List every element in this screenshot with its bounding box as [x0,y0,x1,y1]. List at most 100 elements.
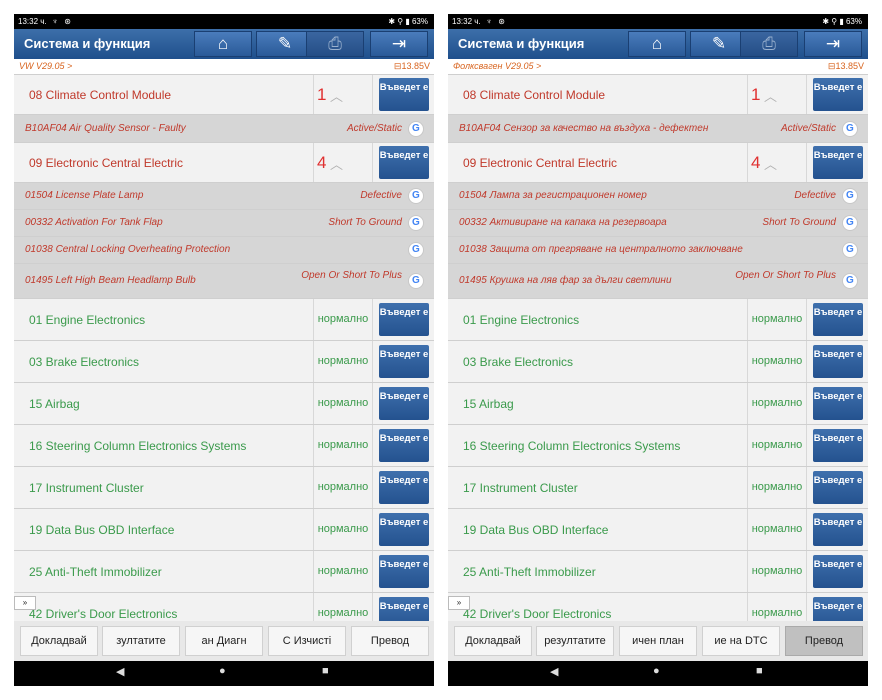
enter-button[interactable]: Въведет е [379,429,429,462]
expand-toggle-icon[interactable]: » [14,596,36,610]
google-search-icon[interactable]: G [842,273,858,289]
enter-button[interactable]: Въведет е [813,429,863,462]
module-status: нормално [313,425,373,466]
print-button[interactable]: ⎙ [306,31,364,57]
module-row-ok[interactable]: 15 Airbag нормално Въведет е [448,383,868,424]
enter-button[interactable]: Въведет е [813,597,863,621]
module-row-ok[interactable]: 16 Steering Column Electronics Systems но… [14,425,434,466]
bottom-button-2[interactable]: ан Диагн [185,626,263,656]
fault-count-cell[interactable]: 1 ︿ [313,75,373,114]
print-button[interactable]: ⎙ [740,31,798,57]
expand-toggle-icon[interactable]: » [448,596,470,610]
enter-button[interactable]: Въведет е [379,513,429,546]
google-search-icon[interactable]: G [408,215,424,231]
module-row-ok[interactable]: 17 Instrument Cluster нормално Въведет е [448,467,868,508]
enter-button[interactable]: Въведет е [813,303,863,336]
bottom-button-2[interactable]: ичен план [619,626,697,656]
home-button[interactable]: ⌂ [628,31,686,57]
enter-button[interactable]: Въведет е [813,387,863,420]
google-g-letter-icon: G [412,217,420,228]
dtc-status: Active/Static [346,122,402,134]
home-button[interactable]: ⌂ [194,31,252,57]
dtc-code: 01038 Central Locking Overheating Protec… [25,244,231,255]
bottom-button-3[interactable]: С Изчисті [268,626,346,656]
module-row-ok[interactable]: 25 Anti-Theft Immobilizer нормално Въведет… [448,551,868,592]
module-row-ok[interactable]: 19 Data Bus OBD Interface нормално Въведет… [14,509,434,550]
module-row-fault[interactable]: 09 Electronic Central Electric 4 ︿ Въведет … [14,143,434,182]
screen-right: 13:32 ч. ♆ ⊛ ✱ ⚲ ▮ 63% Система и функция ⌂ ✎ ⎙… [448,14,868,686]
module-row-ok[interactable]: 03 Brake Electronics нормално Въведет е [448,341,868,382]
bottom-button-1[interactable]: резултатите [536,626,614,656]
google-search-icon[interactable]: G [842,215,858,231]
enter-button[interactable]: Въведет е [379,146,429,179]
module-row-fault[interactable]: 09 Electronic Central Electric 4 ︿ Въведет … [448,143,868,182]
module-row-ok[interactable]: 19 Data Bus OBD Interface нормално Въведет… [448,509,868,550]
fault-count-cell[interactable]: 4 ︿ [747,143,807,182]
google-search-icon[interactable]: G [842,242,858,258]
google-search-icon[interactable]: G [408,120,424,137]
google-g-letter-icon: G [412,122,420,134]
bottom-button-1[interactable]: зултатите [102,626,180,656]
module-row-ok[interactable]: 03 Brake Electronics нормално Въведет е [14,341,434,382]
enter-button[interactable]: Въведет е [379,471,429,504]
bottom-action-bar: Докладвай резултатите ичен план ие на DTC Пр… [448,621,868,661]
recents-icon[interactable]: ■ [322,665,329,677]
module-row-ok[interactable]: 42 Driver's Door Electronics нормално Въве… [14,593,434,621]
enter-button[interactable]: Въведет е [379,555,429,588]
vehicle-version-link[interactable]: Фолксваген V29.05 > [453,59,541,74]
system-list[interactable]: 08 Climate Control Module 1 ︿ Въведет е B10A… [14,74,434,621]
bottom-button-3[interactable]: ие на DTC [702,626,780,656]
google-g-letter-icon: G [846,244,854,255]
module-row-ok[interactable]: 15 Airbag нормално Въведет е [14,383,434,424]
google-search-icon[interactable]: G [408,242,424,258]
dtc-row: 01495 Left High Beam Headlamp Bulb Open O… [14,264,434,298]
enter-button[interactable]: Въведет е [813,146,863,179]
enter-button[interactable]: Въведет е [813,345,863,378]
module-row-fault[interactable]: 08 Climate Control Module 1 ︿ Въведет е [14,75,434,114]
enter-button[interactable]: Въведет е [379,345,429,378]
enter-button[interactable]: Въведет е [813,78,863,111]
bottom-button-4[interactable]: Превод [351,626,429,656]
dtc-code: 01038 Защита от прегряване на централнот… [459,244,743,255]
back-icon[interactable]: ◀ [116,665,124,678]
module-row-ok[interactable]: 42 Driver's Door Electronics нормално Въве… [448,593,868,621]
vehicle-version-link[interactable]: VW V29.05 > [19,59,72,74]
module-row-ok[interactable]: 16 Steering Column Electronics Systems но… [448,425,868,466]
fault-count-cell[interactable]: 4 ︿ [313,143,373,182]
home-circle-icon[interactable]: ● [219,665,226,677]
enter-button[interactable]: Въведет е [813,513,863,546]
page-title: Система и функция [24,36,151,51]
enter-button[interactable]: Въведет е [379,597,429,621]
bottom-button-4[interactable]: Превод [785,626,863,656]
bottom-button-0[interactable]: Докладвай [454,626,532,656]
system-list[interactable]: 08 Climate Control Module 1 ︿ Въведет е B10A… [448,74,868,621]
enter-button[interactable]: Въведет е [379,303,429,336]
exit-button[interactable]: ⇥ [804,31,862,57]
enter-button[interactable]: Въведет е [813,555,863,588]
module-name: 15 Airbag [29,397,80,411]
home-circle-icon[interactable]: ● [653,665,660,677]
exit-button[interactable]: ⇥ [370,31,428,57]
recents-icon[interactable]: ■ [756,665,763,677]
back-icon[interactable]: ◀ [550,665,558,678]
module-row-ok[interactable]: 25 Anti-Theft Immobilizer нормално Въведет… [14,551,434,592]
module-status: нормално [313,509,373,550]
enter-button[interactable]: Въведет е [379,387,429,420]
module-row-fault[interactable]: 08 Climate Control Module 1 ︿ Въведет е [448,75,868,114]
voltage-value: 13.85V [401,61,430,71]
enter-button[interactable]: Въведет е [379,78,429,111]
module-status: нормално [747,299,807,340]
bottom-button-0[interactable]: Докладвай [20,626,98,656]
fault-count-cell[interactable]: 1 ︿ [747,75,807,114]
module-row-ok[interactable]: 01 Engine Electronics нормално Въведет е [448,299,868,340]
bluetooth-wifi-battery-icon: ✱ ⚲ ▮ [822,17,846,26]
dtc-code: 01495 Left High Beam Headlamp Bulb [25,275,196,286]
google-search-icon[interactable]: G [842,188,858,204]
module-status: нормално [747,551,807,592]
google-search-icon[interactable]: G [842,120,858,137]
module-row-ok[interactable]: 17 Instrument Cluster нормално Въведет е [14,467,434,508]
enter-button[interactable]: Въведет е [813,471,863,504]
module-row-ok[interactable]: 01 Engine Electronics нормално Въведет е [14,299,434,340]
google-search-icon[interactable]: G [408,188,424,204]
google-search-icon[interactable]: G [408,273,424,289]
